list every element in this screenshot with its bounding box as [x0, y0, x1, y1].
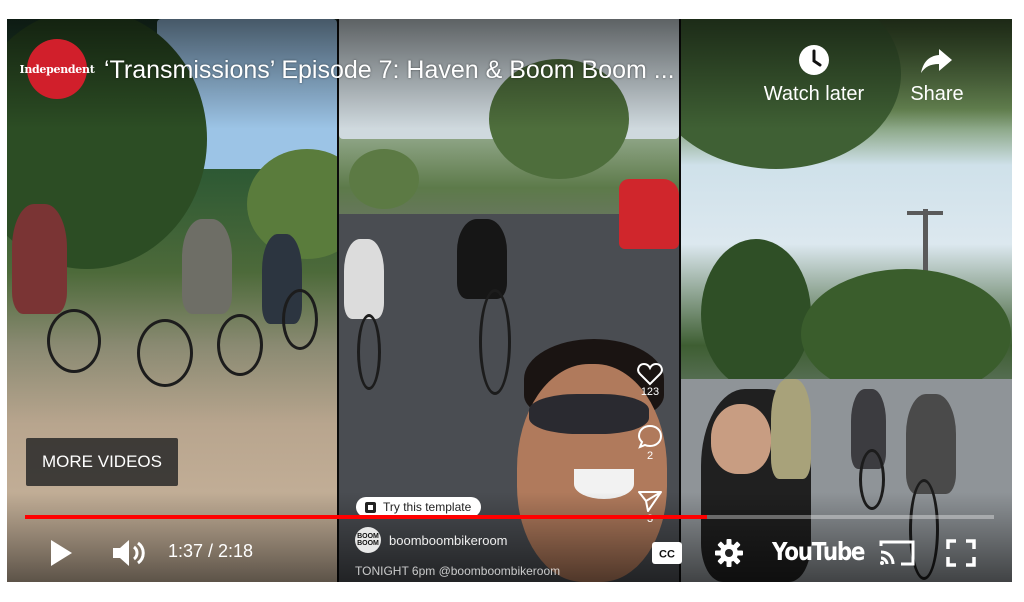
- utility-pole-crossbar: [907, 211, 943, 215]
- share-button[interactable]: Share: [902, 43, 972, 106]
- comment-count: 2: [646, 450, 654, 462]
- fullscreen-icon: [946, 539, 976, 567]
- bike-wheel: [137, 319, 193, 387]
- captions-icon: CC: [652, 542, 682, 564]
- like-count: 123: [640, 386, 660, 398]
- channel-logo[interactable]: Independent: [20, 39, 95, 99]
- cyclist: [457, 219, 507, 299]
- youtube-logo[interactable]: YouTube: [772, 537, 866, 566]
- bike-wheel: [47, 309, 101, 373]
- volume-button[interactable]: [107, 534, 151, 572]
- sunglasses: [529, 394, 649, 434]
- template-icon: [365, 501, 376, 513]
- cyclist: [12, 204, 67, 314]
- watch-later-label: Watch later: [763, 83, 865, 105]
- video-title[interactable]: ‘Transmissions’ Episode 7: Haven & Boom …: [104, 56, 675, 85]
- bike-wheel: [217, 314, 263, 376]
- cyclist: [344, 239, 384, 319]
- channel-logo-text: Independent: [19, 62, 95, 76]
- cyclist: [906, 394, 956, 494]
- reel-account: BOOM BOOM boomboombikeroom: [355, 527, 508, 553]
- progress-played: [25, 515, 708, 519]
- progress-bar[interactable]: [25, 515, 994, 519]
- play-button[interactable]: [41, 534, 81, 572]
- share-counter: 3: [635, 489, 665, 525]
- captions-label: CC: [659, 549, 675, 561]
- settings-gear-icon: [715, 539, 743, 567]
- red-car: [619, 179, 679, 249]
- palm-tree: [701, 239, 811, 389]
- comment-icon: [637, 424, 663, 449]
- share-arrow-icon: [921, 49, 952, 73]
- heart-icon: [637, 362, 663, 386]
- account-handle: boomboombikeroom: [389, 532, 508, 548]
- time-display: 1:37 / 2:18: [168, 541, 254, 561]
- cyclist: [771, 379, 811, 479]
- template-label: Try this template: [383, 500, 472, 514]
- video-player[interactable]: Independent ‘Transmissions’ Episode 7: H…: [7, 19, 1012, 582]
- bike-wheel: [357, 314, 381, 390]
- try-template-pill: Try this template: [356, 497, 482, 517]
- settings-button[interactable]: [711, 534, 747, 572]
- send-icon: [638, 491, 662, 512]
- rider-face: [711, 404, 771, 474]
- reel-caption: TONIGHT 6pm @boomboombikeroom: [355, 564, 561, 578]
- account-avatar: BOOM BOOM: [355, 527, 381, 553]
- tree: [349, 149, 419, 209]
- like-counter: 123: [635, 362, 665, 398]
- bike-wheel: [282, 289, 318, 350]
- share-label: Share: [910, 83, 964, 105]
- captions-button[interactable]: CC: [650, 534, 684, 572]
- cast-icon: [879, 540, 915, 566]
- clock-icon: [799, 45, 829, 75]
- watch-later-button[interactable]: Watch later: [756, 43, 872, 106]
- cyclist: [182, 219, 232, 314]
- comment-counter: 2: [635, 424, 665, 462]
- fullscreen-button[interactable]: [941, 534, 981, 572]
- play-icon: [51, 540, 72, 566]
- more-videos-button[interactable]: MORE VIDEOS: [26, 438, 178, 486]
- cast-button[interactable]: [875, 534, 919, 572]
- bike-wheel: [479, 289, 511, 395]
- volume-icon: [113, 540, 145, 566]
